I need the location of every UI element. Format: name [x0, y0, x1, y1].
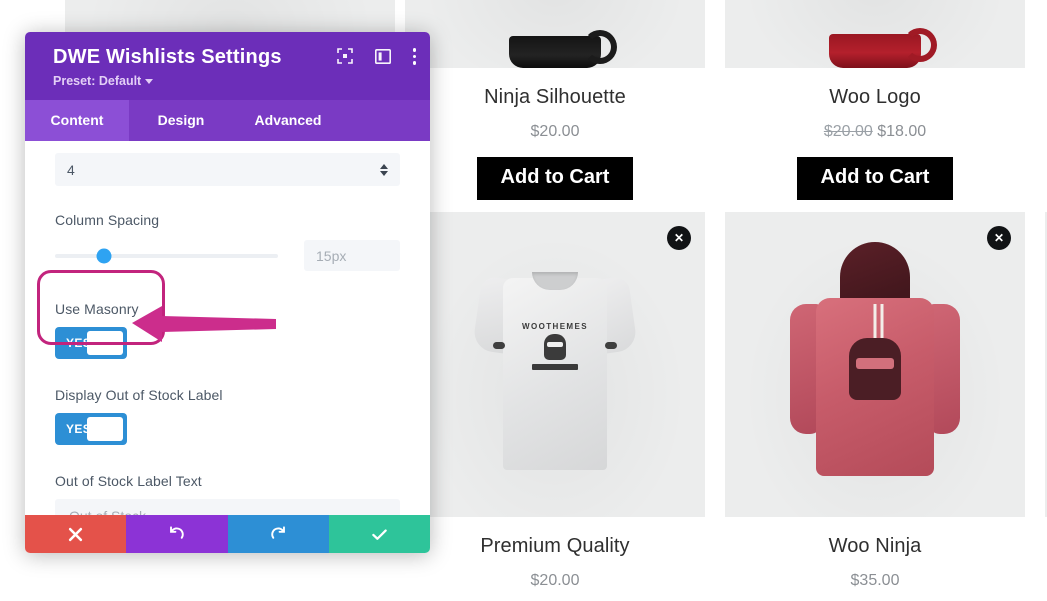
remove-from-wishlist-icon[interactable]: ✕	[987, 226, 1011, 250]
more-options-icon[interactable]	[412, 48, 416, 65]
modal-footer	[25, 515, 430, 553]
out-of-stock-text-label: Out of Stock Label Text	[55, 473, 202, 489]
product-card-woo-logo[interactable]: Woo Logo $20.00 $18.00 Add to Cart	[725, 0, 1025, 200]
hoodie-art	[725, 212, 1025, 517]
tshirt-art: WOOTHEMES	[405, 212, 705, 517]
product-thumbnail: WOOTHEMES ✕	[405, 212, 705, 517]
product-card-ninja-silhouette[interactable]: Ninja Silhouette $20.00 Add to Cart	[405, 0, 705, 200]
toggle-knob	[87, 331, 123, 355]
add-to-cart-button[interactable]: Add to Cart	[476, 157, 634, 200]
expand-icon[interactable]	[336, 48, 353, 65]
use-masonry-toggle[interactable]: YES	[55, 327, 127, 359]
tab-advanced[interactable]: Advanced	[233, 100, 343, 141]
column-spacing-value[interactable]: 15px	[304, 240, 400, 271]
modal-header-icons	[336, 48, 416, 65]
mug-red-art	[725, 0, 1025, 68]
add-to-cart-button[interactable]: Add to Cart	[796, 157, 954, 200]
tab-content[interactable]: Content	[25, 100, 129, 141]
save-button[interactable]	[328, 515, 430, 553]
column-spacing-label: Column Spacing	[55, 212, 160, 228]
out-of-stock-text-field: Out of Stock Label Text Out of Stock	[55, 473, 400, 515]
layout-toggle-icon[interactable]	[374, 48, 391, 64]
chevron-down-icon	[145, 79, 154, 85]
modal-body: 4 Column Spacing 15px Use Masonry YES Di…	[25, 141, 430, 515]
modal-header: DWE Wishlists Settings Preset: Default	[25, 32, 430, 100]
product-thumbnail	[725, 0, 1025, 68]
product-card-woo-ninja[interactable]: ✕ Woo Ninja $35.00	[725, 212, 1025, 590]
toggle-knob	[87, 417, 123, 441]
product-price: $20.00 $18.00	[725, 123, 1025, 141]
settings-modal: DWE Wishlists Settings Preset: Default C…	[25, 32, 430, 553]
preset-selector[interactable]: Preset: Default	[53, 74, 154, 88]
use-masonry-label: Use Masonry	[55, 301, 139, 317]
cancel-button[interactable]	[25, 515, 127, 553]
product-title: Premium Quality	[480, 535, 630, 557]
product-price-original: $20.00	[823, 123, 873, 140]
page-root: Happy Ninja $35.00 Add to Cart Ninja Sil…	[0, 0, 1047, 601]
out-of-stock-text-input[interactable]: Out of Stock	[55, 499, 400, 515]
product-price-sale: $18.00	[877, 123, 927, 140]
use-masonry-field: Use Masonry YES	[55, 301, 400, 359]
product-price: $35.00	[850, 572, 900, 589]
product-thumbnail: ✕	[725, 212, 1025, 517]
modal-tabs: Content Design Advanced	[25, 100, 430, 141]
redo-button[interactable]	[227, 515, 329, 553]
column-spacing-field: Column Spacing 15px	[55, 212, 400, 271]
column-spacing-slider[interactable]	[55, 248, 278, 263]
columns-value: 4	[67, 161, 75, 178]
preset-label: Preset: Default	[53, 74, 142, 88]
tab-design[interactable]: Design	[129, 100, 233, 141]
product-price: $20.00	[530, 123, 580, 140]
display-out-of-stock-label: Display Out of Stock Label	[55, 387, 223, 403]
display-out-of-stock-field: Display Out of Stock Label YES	[55, 387, 400, 445]
columns-field: 4	[55, 153, 400, 186]
product-title: Ninja Silhouette	[484, 86, 626, 108]
columns-input[interactable]: 4	[55, 153, 400, 186]
product-title: Woo Logo	[829, 86, 921, 108]
product-card-premium-quality[interactable]: WOOTHEMES ✕ Premium Quality $20.00	[405, 212, 705, 590]
product-title: Woo Ninja	[828, 535, 922, 557]
remove-from-wishlist-icon[interactable]: ✕	[667, 226, 691, 250]
slider-knob[interactable]	[96, 248, 112, 263]
number-stepper-icon[interactable]	[380, 163, 388, 176]
product-thumbnail	[405, 0, 705, 68]
display-out-of-stock-toggle[interactable]: YES	[55, 413, 127, 445]
mug-black-art	[405, 0, 705, 68]
undo-button[interactable]	[126, 515, 228, 553]
product-price: $20.00	[530, 572, 580, 589]
